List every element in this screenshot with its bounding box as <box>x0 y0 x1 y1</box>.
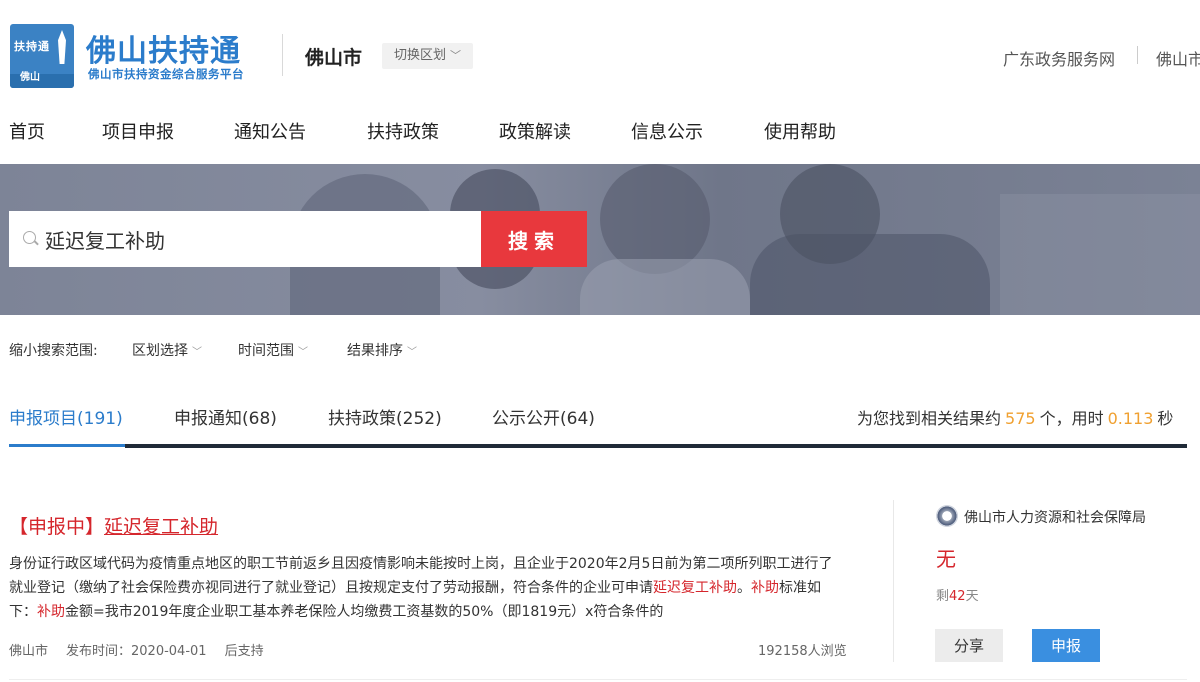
filter-time-dropdown[interactable]: 时间范围 ﹀ <box>238 340 308 360</box>
result-count: 575 <box>1005 409 1036 428</box>
banner-photo <box>600 164 710 274</box>
department-name: 佛山市人力资源和社会保障局 <box>964 510 1146 526</box>
status-badge: 【申报中】 <box>9 516 105 538</box>
result-description: 身份证行政区域代码为疫情重点地区的职工节前返乡且因疫情影响未能按时上岗，且企业于… <box>9 552 841 626</box>
remaining-days: 剩42天 <box>936 585 979 604</box>
header: 扶持通 佛山 佛山扶持通 佛山市扶持资金综合服务平台 佛山市 切换区划 ﹀ 广东政… <box>0 0 1200 110</box>
foshan-city-link[interactable]: 佛山市 <box>1156 46 1200 70</box>
support-type: 后支持 <box>224 644 264 659</box>
view-count: 192158人浏览 <box>758 644 847 659</box>
remaining-suffix: 天 <box>965 589 979 604</box>
brand-title[interactable]: 佛山扶持通 <box>86 26 241 70</box>
search-button[interactable]: 搜索 <box>481 211 587 267</box>
filter-label: 缩小搜索范围: <box>9 343 98 359</box>
filter-sort-label: 结果排序 <box>347 343 403 359</box>
filter-region-dropdown[interactable]: 区划选择 ﹀ <box>132 340 202 360</box>
top-link-separator <box>1137 46 1138 64</box>
desc-text: 。 <box>737 580 751 596</box>
summary-mid: 个，用时 <box>1039 409 1104 428</box>
nav-item-policy-interpretation[interactable]: 政策解读 <box>499 118 571 144</box>
search-box <box>9 211 481 267</box>
publish-time: 发布时间：2020-04-01 <box>66 644 207 659</box>
chevron-down-icon: ﹀ <box>450 49 462 62</box>
switch-region-button[interactable]: 切换区划 ﹀ <box>382 43 474 69</box>
tab-support-policies[interactable]: 扶持政策(252) <box>328 404 442 429</box>
apply-button[interactable]: 申报 <box>1032 629 1100 662</box>
desc-text: 金额=我市2019年度企业职工基本养老保险人均缴费工资基数的50%（即1819元… <box>65 604 664 620</box>
banner-photo <box>580 259 750 315</box>
nav-item-policies[interactable]: 扶持政策 <box>367 118 439 144</box>
filter-time-label: 时间范围 <box>238 343 294 359</box>
current-city: 佛山市 <box>305 47 363 69</box>
desc-highlight: 补助 <box>751 580 779 596</box>
summary-suffix: 秒 <box>1157 409 1174 428</box>
elapsed-time: 0.113 <box>1107 409 1154 428</box>
result-region: 佛山市 <box>9 644 49 659</box>
result-title: 【申报中】延迟复工补助 <box>9 512 218 539</box>
nav-item-info-publicity[interactable]: 信息公示 <box>631 118 703 144</box>
banner-photo <box>750 234 990 315</box>
search-input[interactable] <box>45 211 475 267</box>
banner-photo <box>1000 194 1200 315</box>
result-title-link[interactable]: 延迟复工补助 <box>104 516 218 538</box>
tab-apply-projects[interactable]: 申报项目(191) <box>9 404 123 429</box>
nav-item-home[interactable]: 首页 <box>9 118 45 144</box>
search-icon <box>23 231 36 244</box>
result-meta: 佛山市 发布时间：2020-04-01 后支持 <box>9 640 282 659</box>
result-summary: 为您找到相关结果约 575 个，用时 0.113 秒 <box>857 405 1173 429</box>
side-divider <box>893 500 894 662</box>
chevron-down-icon: ﹀ <box>298 347 308 358</box>
search-banner: 搜索 <box>0 164 1200 315</box>
logo-text-top: 扶持通 <box>14 40 50 53</box>
summary-prefix: 为您找到相关结果约 <box>857 409 1002 428</box>
result-divider <box>9 679 1187 680</box>
banner-photo <box>780 164 880 264</box>
desc-highlight: 延迟复工补助 <box>653 580 737 596</box>
tab-publicity[interactable]: 公示公开(64) <box>492 404 595 429</box>
logo-icon[interactable]: 扶持通 佛山 <box>10 24 74 88</box>
tab-bar-line <box>125 444 1187 448</box>
remaining-prefix: 剩 <box>936 589 950 604</box>
filter-region-label: 区划选择 <box>132 343 188 359</box>
remaining-days-number: 42 <box>949 589 966 604</box>
chevron-down-icon: ﹀ <box>192 347 202 358</box>
filter-sort-dropdown[interactable]: 结果排序 ﹀ <box>347 340 417 360</box>
share-button[interactable]: 分享 <box>935 629 1003 662</box>
switch-region-label: 切换区划 <box>394 48 447 63</box>
logo-text-bottom: 佛山 <box>20 72 40 83</box>
department-emblem-icon <box>936 505 958 527</box>
tower-icon <box>58 30 66 64</box>
nav-item-project-apply[interactable]: 项目申报 <box>102 118 174 144</box>
header-divider <box>282 34 283 76</box>
chevron-down-icon: ﹀ <box>407 347 417 358</box>
gd-gov-service-link[interactable]: 广东政务服务网 <box>1003 46 1115 70</box>
nav-item-help[interactable]: 使用帮助 <box>764 118 836 144</box>
tab-active-indicator <box>9 444 125 447</box>
tab-apply-notices[interactable]: 申报通知(68) <box>174 404 277 429</box>
support-amount: 无 <box>936 547 956 571</box>
desc-highlight: 补助 <box>37 604 65 620</box>
nav-item-notices[interactable]: 通知公告 <box>234 118 306 144</box>
brand-subtitle: 佛山市扶持资金综合服务平台 <box>88 67 244 81</box>
